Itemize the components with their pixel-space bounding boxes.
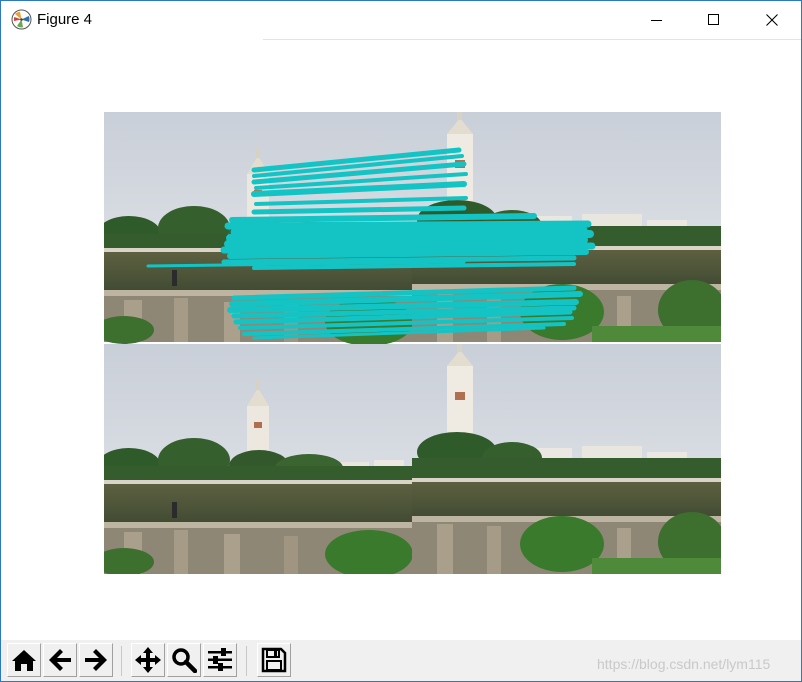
- feature-match-image: [104, 112, 721, 574]
- minimize-button[interactable]: [628, 1, 686, 39]
- floppy-disk-icon: [261, 647, 287, 673]
- back-button[interactable]: [43, 643, 77, 677]
- window-title: Figure 4: [37, 11, 93, 28]
- forward-button[interactable]: [79, 643, 113, 677]
- toolbar-separator: [121, 646, 122, 676]
- maximize-icon: [708, 14, 719, 25]
- move-icon: [135, 647, 161, 673]
- arrow-left-icon: [49, 649, 71, 671]
- sliders-icon: [208, 648, 232, 671]
- minimize-icon: [651, 20, 662, 21]
- close-icon: [766, 14, 778, 26]
- magnifier-icon: [172, 648, 197, 673]
- title-bar[interactable]: Figure 4: [1, 1, 801, 39]
- arrow-right-icon: [85, 649, 107, 671]
- toolbar-separator: [246, 646, 247, 676]
- bottom-left-image: [104, 344, 413, 574]
- home-icon: [12, 650, 36, 671]
- subplots-button[interactable]: [203, 643, 237, 677]
- watermark-text: https://blog.csdn.net/lym115: [597, 656, 771, 672]
- close-button[interactable]: [743, 1, 801, 39]
- navigation-toolbar: https://blog.csdn.net/lym115: [1, 640, 801, 681]
- figure-canvas[interactable]: [1, 40, 801, 640]
- save-button[interactable]: [257, 643, 291, 677]
- maximize-button[interactable]: [685, 1, 743, 39]
- figure-window: Figure 4 https://blog.csdn.net/lym115: [0, 0, 802, 682]
- zoom-button[interactable]: [167, 643, 201, 677]
- matplotlib-logo-icon: [11, 9, 32, 30]
- home-button[interactable]: [7, 643, 41, 677]
- bottom-right-image: [412, 344, 721, 574]
- pan-button[interactable]: [131, 643, 165, 677]
